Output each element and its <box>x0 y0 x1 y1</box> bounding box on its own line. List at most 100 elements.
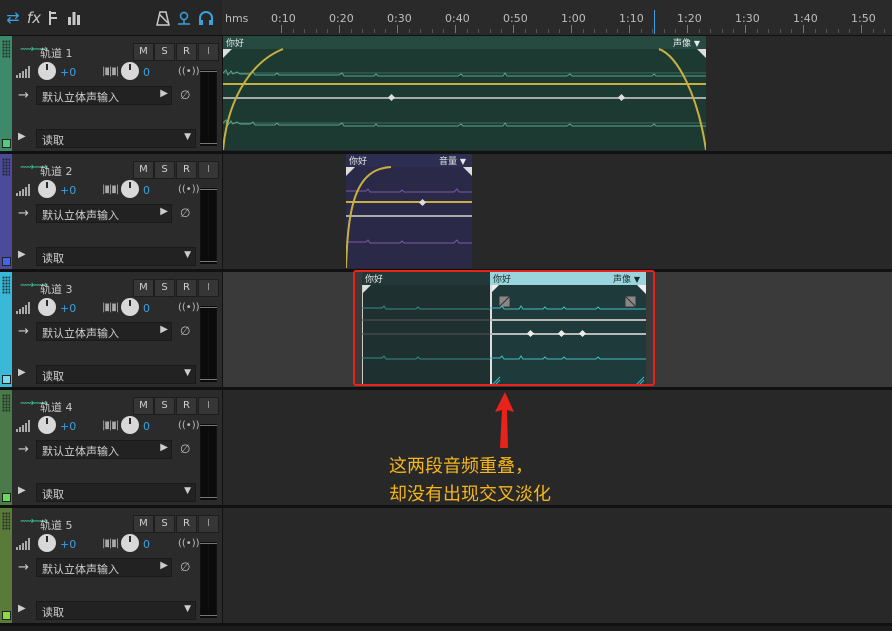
pan-knob[interactable] <box>121 298 139 316</box>
track-header[interactable]: ⟿⟿ 轨道 5 M S R I +0 |▮|▮| 0 ((•)) → 默认立体声… <box>0 508 223 623</box>
track-lane[interactable] <box>223 390 892 505</box>
pan-value[interactable]: 0 <box>143 66 150 79</box>
solo-button[interactable]: S <box>154 279 175 297</box>
pan-value[interactable]: 0 <box>143 538 150 551</box>
record-arm-button[interactable]: R <box>176 43 197 61</box>
input-select[interactable]: 默认立体声输入 ▶ <box>36 322 172 341</box>
playhead-marker[interactable] <box>654 10 655 34</box>
metronome-icon[interactable] <box>154 8 172 28</box>
expand-triangle-icon[interactable]: ▶ <box>18 485 26 496</box>
record-arm-button[interactable]: R <box>176 397 197 415</box>
volume-value[interactable]: +0 <box>60 302 76 315</box>
track-color-stripe[interactable] <box>0 154 12 269</box>
pan-knob[interactable] <box>121 416 139 434</box>
automation-mode-select[interactable]: 读取 ▼ <box>36 247 196 266</box>
track-header[interactable]: ⟿⟿ 轨道 3 M S R I +0 |▮|▮| 0 ((•)) → 默认立体声… <box>0 272 223 387</box>
track-color-stripe[interactable] <box>0 36 12 151</box>
mute-button[interactable]: M <box>133 515 154 533</box>
meter-icon[interactable] <box>66 8 82 28</box>
clip-track2[interactable]: 你好 音量 ▼ <box>346 154 472 268</box>
expand-triangle-icon[interactable]: ▶ <box>18 249 26 260</box>
phase-invert-icon[interactable]: ∅ <box>180 442 190 456</box>
track-header[interactable]: ⟿⟿ 轨道 4 M S R I +0 |▮|▮| 0 ((•)) → 默认立体声… <box>0 390 223 505</box>
pan-value[interactable]: 0 <box>143 420 150 433</box>
track-header[interactable]: ⟿⟿ 轨道 2 M S R I +0 |▮|▮| 0 ((•)) → 默认立体声… <box>0 154 223 269</box>
mute-button[interactable]: M <box>133 397 154 415</box>
pan-value[interactable]: 0 <box>143 184 150 197</box>
track-color-stripe[interactable] <box>0 390 12 505</box>
pan-value[interactable]: 0 <box>143 302 150 315</box>
track-color-square[interactable] <box>2 257 11 266</box>
volume-value[interactable]: +0 <box>60 538 76 551</box>
track-header[interactable]: ⟿⟿ 轨道 1 M S R I +0 |▮|▮| 0 ((•)) → 默认立体声… <box>0 36 223 151</box>
solo-button[interactable]: S <box>154 515 175 533</box>
fx-power-icon[interactable]: ((•)) <box>178 302 200 313</box>
fx-power-icon[interactable]: ((•)) <box>178 184 200 195</box>
volume-value[interactable]: +0 <box>60 184 76 197</box>
track-lane[interactable] <box>223 508 892 623</box>
input-select[interactable]: 默认立体声输入 ▶ <box>36 204 172 223</box>
mute-button[interactable]: M <box>133 161 154 179</box>
mute-button[interactable]: M <box>133 279 154 297</box>
fx-power-icon[interactable]: ((•)) <box>178 538 200 549</box>
volume-knob[interactable] <box>38 416 56 434</box>
input-select[interactable]: 默认立体声输入 ▶ <box>36 440 172 459</box>
expand-triangle-icon[interactable]: ▶ <box>18 131 26 142</box>
volume-knob[interactable] <box>38 180 56 198</box>
track-separator[interactable] <box>0 623 892 626</box>
phase-invert-icon[interactable]: ∅ <box>180 88 190 102</box>
input-monitor-button[interactable]: I <box>198 279 219 297</box>
track-name[interactable]: 轨道 5 <box>40 517 73 533</box>
input-monitor-button[interactable]: I <box>198 397 219 415</box>
pan-knob[interactable] <box>121 534 139 552</box>
record-arm-button[interactable]: R <box>176 161 197 179</box>
drag-handle-icon[interactable] <box>2 40 10 58</box>
pan-knob[interactable] <box>121 180 139 198</box>
expand-triangle-icon[interactable]: ▶ <box>18 367 26 378</box>
swap-icon[interactable]: ⇄ <box>4 8 22 28</box>
track-color-square[interactable] <box>2 375 11 384</box>
solo-button[interactable]: S <box>154 161 175 179</box>
input-select[interactable]: 默认立体声输入 ▶ <box>36 558 172 577</box>
drag-handle-icon[interactable] <box>2 512 10 530</box>
track-color-square[interactable] <box>2 611 11 620</box>
solo-button[interactable]: S <box>154 397 175 415</box>
clip-track1[interactable]: 你好 声像 ▼ <box>223 36 706 150</box>
fx-icon[interactable]: fx <box>25 8 43 28</box>
record-arm-button[interactable]: R <box>176 515 197 533</box>
track-name[interactable]: 轨道 3 <box>40 281 73 297</box>
volume-value[interactable]: +0 <box>60 66 76 79</box>
automation-mode-select[interactable]: 读取 ▼ <box>36 601 196 620</box>
expand-triangle-icon[interactable]: ▶ <box>18 603 26 614</box>
input-monitor-button[interactable]: I <box>198 161 219 179</box>
volume-knob[interactable] <box>38 62 56 80</box>
drag-handle-icon[interactable] <box>2 158 10 176</box>
drag-handle-icon[interactable] <box>2 394 10 412</box>
track-color-stripe[interactable] <box>0 508 12 623</box>
track-color-stripe[interactable] <box>0 272 12 387</box>
phase-invert-icon[interactable]: ∅ <box>180 324 190 338</box>
input-monitor-button[interactable]: I <box>198 43 219 61</box>
input-select[interactable]: 默认立体声输入 ▶ <box>36 86 172 105</box>
record-arm-button[interactable]: R <box>176 279 197 297</box>
pan-knob[interactable] <box>121 62 139 80</box>
track-name[interactable]: 轨道 1 <box>40 45 73 61</box>
phase-invert-icon[interactable]: ∅ <box>180 206 190 220</box>
fx-power-icon[interactable]: ((•)) <box>178 420 200 431</box>
automation-mode-select[interactable]: 读取 ▼ <box>36 129 196 148</box>
volume-value[interactable]: +0 <box>60 420 76 433</box>
track-color-square[interactable] <box>2 493 11 502</box>
headphones-icon[interactable] <box>197 8 215 28</box>
solo-button[interactable]: S <box>154 43 175 61</box>
automation-mode-select[interactable]: 读取 ▼ <box>36 483 196 502</box>
phase-invert-icon[interactable]: ∅ <box>180 560 190 574</box>
track-name[interactable]: 轨道 4 <box>40 399 73 415</box>
track-color-square[interactable] <box>2 139 11 148</box>
volume-knob[interactable] <box>38 534 56 552</box>
drag-handle-icon[interactable] <box>2 276 10 294</box>
input-monitor-button[interactable]: I <box>198 515 219 533</box>
mute-button[interactable]: M <box>133 43 154 61</box>
timeline-ruler[interactable]: hms 0:10 0:20 0:30 0:40 0:50 1:00 1:10 1:20 1:30… <box>222 0 892 36</box>
record-monitor-icon[interactable] <box>175 8 193 28</box>
track-name[interactable]: 轨道 2 <box>40 163 73 179</box>
